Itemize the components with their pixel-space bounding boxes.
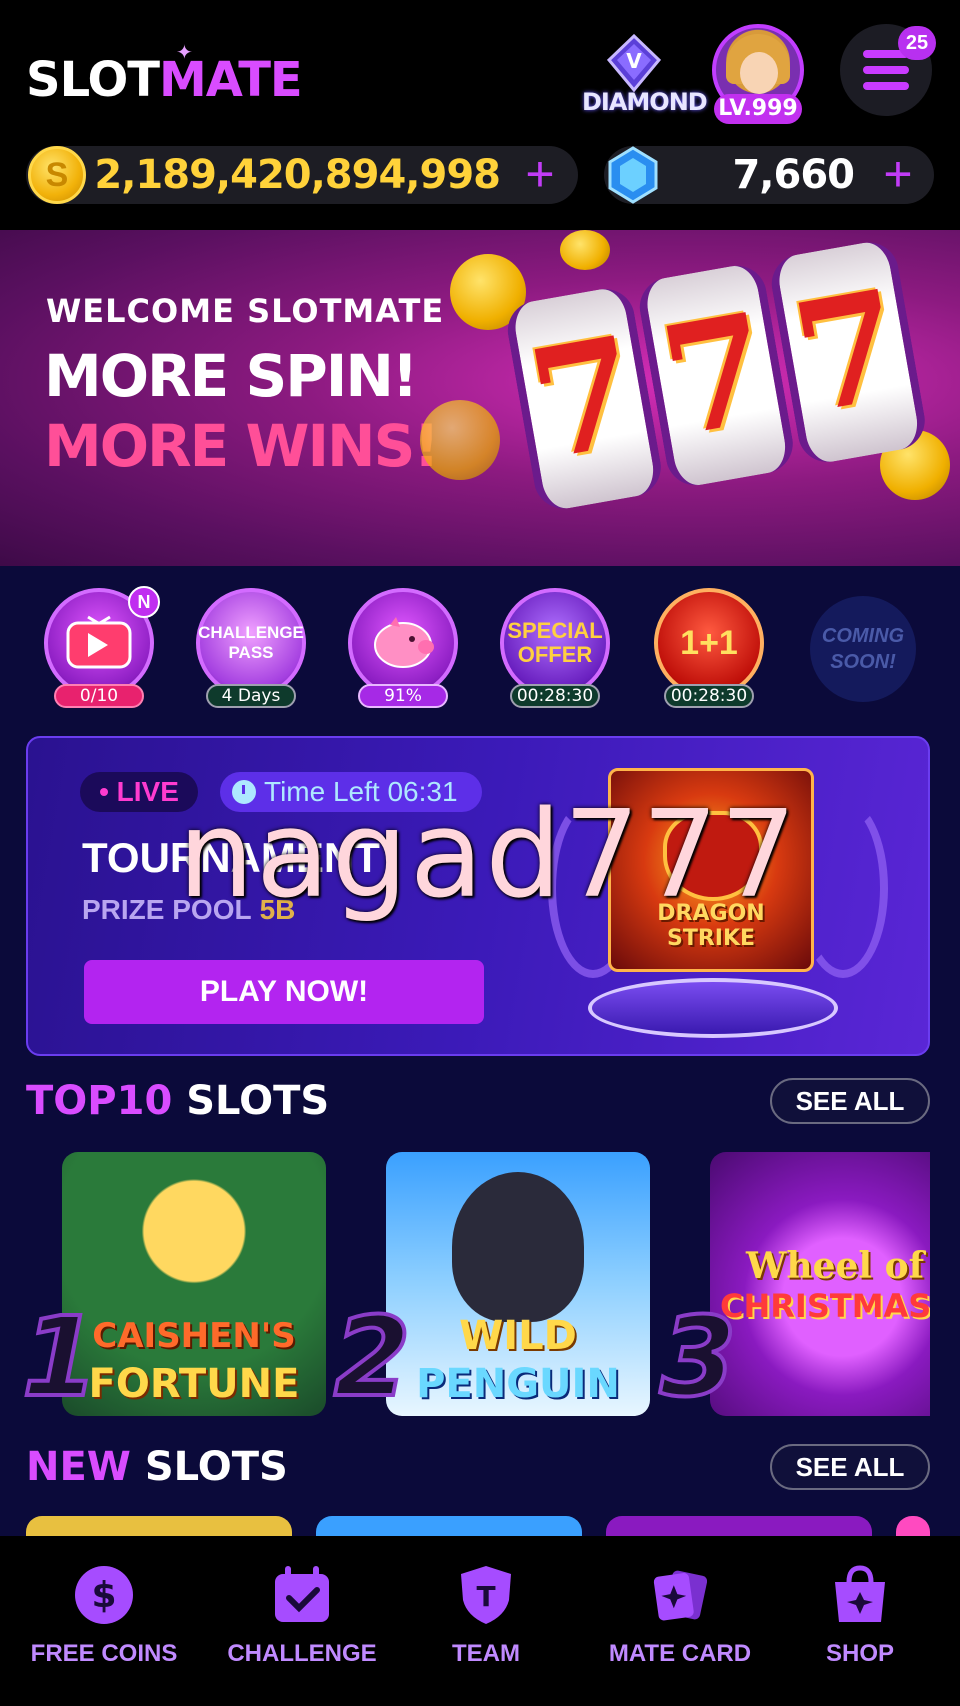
nav-label: CHALLENGE [227,1640,377,1667]
gem-balance-value: 7,660 [732,152,855,198]
section-title-highlight: NEW [26,1444,131,1490]
svg-text:$: $ [91,1575,116,1616]
hamburger-icon-bar [863,82,909,90]
section-title-highlight: TOP10 [26,1078,173,1124]
new-slots-see-all-button[interactable]: SEE ALL [770,1444,930,1490]
challenge-pass-icon: CHALLENGE PASS [196,588,306,698]
gift-box-icon: 1+1 [654,588,764,698]
notification-count-badge: 25 [898,26,936,60]
piggy-bank-percent: 91% [358,684,448,708]
slot-name-line1: CAISHEN'S [92,1316,296,1356]
slot-card-wheel-of-christmas[interactable]: Wheel of CHRISTMAS [710,1152,930,1416]
slot-name-line2: PENGUIN [416,1361,620,1407]
piggy-bank-icon [348,588,458,698]
add-gems-button[interactable]: + [870,146,926,204]
welcome-banner[interactable]: WELCOME SLOTMATE MORE SPIN! MORE WINS! 7… [0,230,960,566]
nav-label: SHOP [825,1640,894,1667]
gold-coin-icon [420,400,500,480]
coin-balance: S 2,189,420,894,998 + [26,146,578,204]
gem-balance: 7,660 + [604,146,934,204]
new-slots-section-title: NEW SLOTS [26,1444,288,1490]
top10-see-all-button[interactable]: SEE ALL [770,1078,930,1124]
slot-card-wild-penguin[interactable]: WILD PENGUIN [386,1152,650,1416]
top-header: SLOTMATE ✦ V DIAMOND LV.999 25 S 2,189,4… [0,0,960,230]
special-offer-button[interactable]: SPECIAL OFFER 00:28:30 [500,588,610,708]
special-offer-label: SPECIAL OFFER [507,618,603,667]
nav-label: FREE COINS [30,1640,178,1667]
slot-name-line2: FORTUNE [88,1361,300,1407]
banner-welcome-text: WELCOME SLOTMATE [46,292,445,330]
one-plus-one-offer-button[interactable]: 1+1 00:28:30 [654,588,764,708]
challenge-pass-button[interactable]: CHALLENGE PASS 4 Days [196,588,306,708]
bottom-navigation: $ FREE COINS CHALLENGE T TEAM MATE CARD … [0,1536,960,1706]
watch-video-button[interactable]: N 0/10 [44,586,160,708]
svg-text:V: V [626,49,642,73]
diamond-tier-icon: V [605,33,663,93]
coin-balance-value: 2,189,420,894,998 [94,152,501,198]
nav-challenge[interactable]: CHALLENGE [212,1564,392,1684]
logo-text-slot: SLOT [26,52,160,108]
coming-soon-label: COMING SOON! [821,625,905,673]
one-plus-one-label: 1+1 [680,623,738,662]
watermark-text: nagad777 [178,786,799,925]
nav-label: MATE CARD [608,1640,752,1667]
banner-headline-1: MORE SPIN! [44,342,418,410]
level-badge: LV.999 [714,94,802,124]
nav-shop[interactable]: SHOP [770,1564,950,1684]
special-offer-icon: SPECIAL OFFER [500,588,610,698]
podium [588,978,838,1038]
banner-headline-2: MORE WINS! [44,412,440,480]
svg-text:T: T [476,1580,495,1613]
sparkle-icon: ✦ [176,40,193,64]
calendar-check-icon [271,1564,333,1626]
cards-icon [649,1564,711,1626]
special-offer-timer: 00:28:30 [510,684,600,708]
nav-team[interactable]: T TEAM [396,1564,576,1684]
slot-reels-graphic: 7 7 7 [503,237,937,533]
rank-number: 1 [20,1293,101,1421]
new-badge: N [128,586,160,618]
tier-label: DIAMOND [582,88,708,116]
challenge-pass-label: CHALLENGE PASS [198,623,304,662]
vip-tier-badge[interactable]: V DIAMOND [582,33,708,120]
play-now-button[interactable]: PLAY NOW! [84,960,484,1024]
dollar-icon: $ [73,1564,135,1626]
nav-label: TEAM [452,1640,520,1667]
slot-card-caishens-fortune[interactable]: CAISHEN'S FORTUNE [62,1152,326,1416]
hamburger-icon-bar [863,66,909,74]
menu-button[interactable]: 25 [840,24,936,116]
nav-free-coins[interactable]: $ FREE COINS [14,1564,194,1684]
section-title-rest: SLOTS [144,1444,288,1490]
avatar-face [740,52,778,94]
slot-name-line2: CHRISTMAS [720,1287,930,1325]
tournament-card[interactable]: • LIVE Time Left 06:31 TOURNAMENT PRIZE … [26,736,930,1056]
challenge-pass-time: 4 Days [206,684,296,708]
section-title-rest: SLOTS [186,1078,330,1124]
nav-mate-card[interactable]: MATE CARD [590,1564,770,1684]
one-plus-one-timer: 00:28:30 [664,684,754,708]
rank-number: 3 [658,1293,739,1421]
slot-name-line1: Wheel of [746,1245,925,1287]
gold-coin-icon [560,230,610,270]
team-shield-icon: T [455,1564,517,1626]
app-logo: SLOTMATE ✦ [26,40,303,108]
gem-icon [604,146,662,204]
slot-name-line1: WILD [459,1313,577,1359]
add-coins-button[interactable]: + [512,146,568,204]
rank-number: 2 [332,1293,413,1421]
penguin-icon [452,1172,584,1322]
coming-soon-placeholder: COMING SOON! [810,596,916,702]
piggy-bank-button[interactable]: 91% [348,588,458,708]
video-progress: 0/10 [54,684,144,708]
profile-avatar-button[interactable]: LV.999 [712,24,804,124]
coin-icon: S [28,146,86,204]
shopping-bag-icon [829,1564,891,1626]
top10-section-title: TOP10 SLOTS [26,1078,329,1124]
